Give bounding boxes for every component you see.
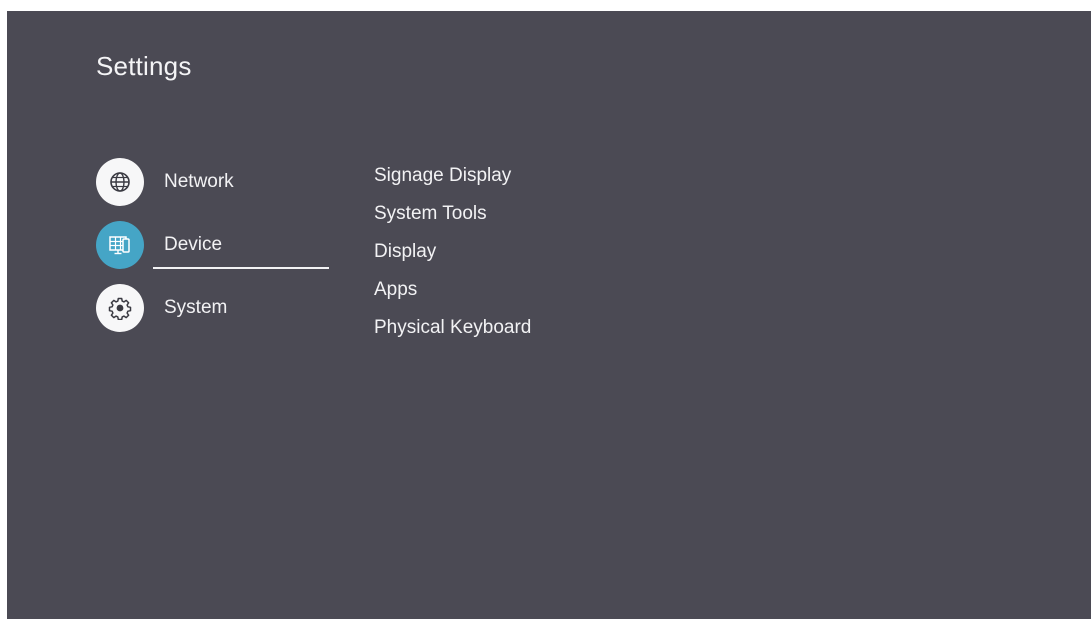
device-submenu: Signage Display System Tools Display App… [374,162,531,352]
selected-category-underline [153,267,329,269]
device-display-icon [96,221,144,269]
menu-item-physical-keyboard[interactable]: Physical Keyboard [374,314,531,352]
menu-item-system-tools[interactable]: System Tools [374,200,531,238]
menu-item-apps[interactable]: Apps [374,276,531,314]
gear-icon [96,284,144,332]
category-system[interactable]: System [96,284,336,332]
category-label-network: Network [164,171,234,192]
menu-item-display[interactable]: Display [374,238,531,276]
globe-icon [96,158,144,206]
category-label-system: System [164,297,228,318]
settings-screen: Settings Network Device System Signage D… [7,11,1091,619]
category-device[interactable]: Device [96,221,336,269]
menu-item-signage-display[interactable]: Signage Display [374,162,531,200]
category-label-device: Device [164,234,223,255]
page-title: Settings [96,51,192,81]
category-network[interactable]: Network [96,158,336,206]
